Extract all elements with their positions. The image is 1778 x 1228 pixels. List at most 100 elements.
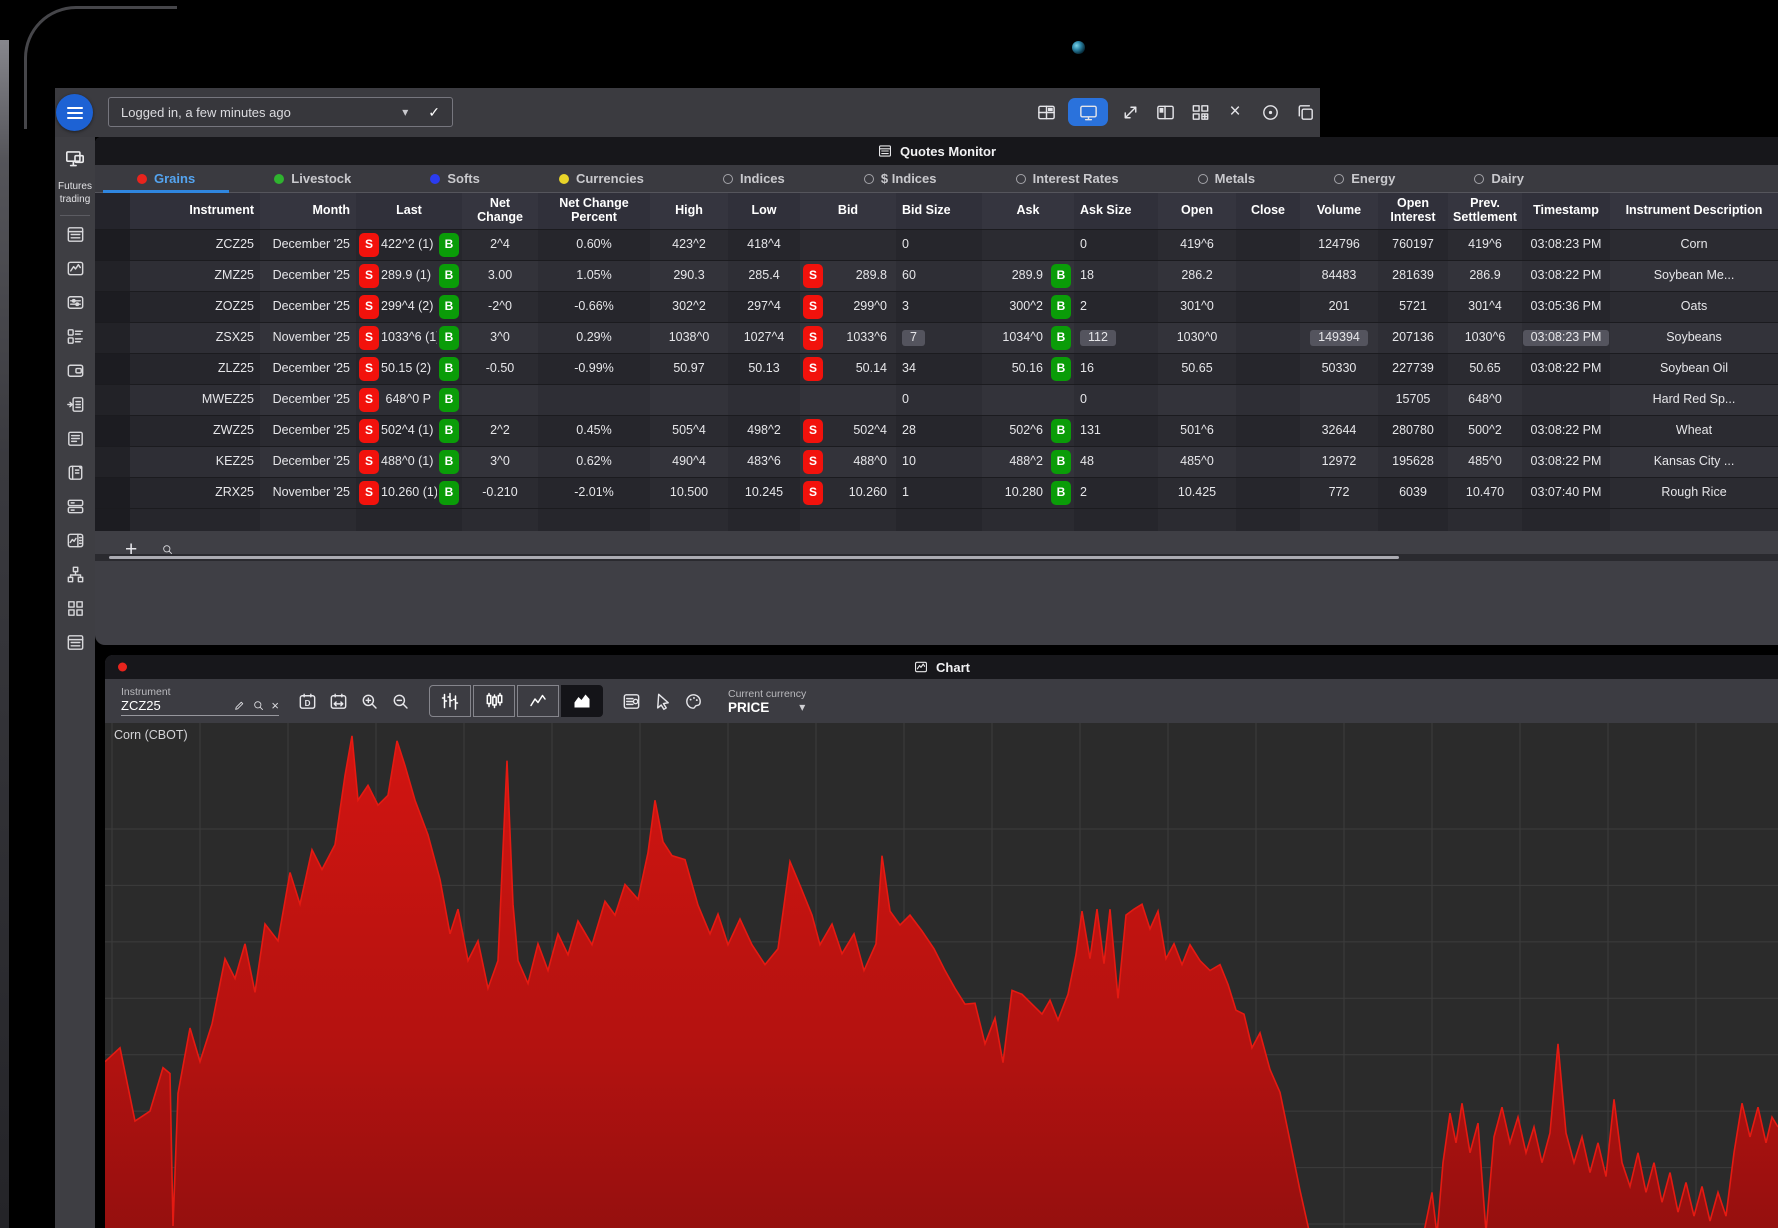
pencil-icon[interactable] [233,699,246,712]
buy-badge[interactable]: B [1051,419,1071,443]
table-row[interactable]: ZOZ25December '25S299^4 (2)B-2^0-0.66%30… [95,292,1778,323]
column-header[interactable]: Timestamp [1522,193,1610,229]
sidebar-item-news[interactable] [58,424,92,458]
close-icon[interactable]: × [1222,99,1248,125]
zoom-out-icon[interactable] [387,688,414,715]
column-header[interactable]: Net Change Percent [538,193,650,229]
tab-metals[interactable]: Metals [1194,165,1259,192]
sidebar-item-grid-view[interactable] [58,628,92,662]
bars-chart-icon[interactable] [429,685,471,717]
close-icon[interactable]: × [271,698,279,713]
candles-chart-icon[interactable] [473,685,515,717]
column-header[interactable]: Ask Size [1074,193,1158,229]
table-row[interactable]: ZRX25November '25S10.260 (1)B-0.210-2.01… [95,478,1778,509]
sidebar-item-charts[interactable] [58,254,92,288]
sell-badge[interactable]: S [359,419,379,443]
buy-badge[interactable]: B [1051,450,1071,474]
column-header[interactable]: Prev. Settlement [1448,193,1522,229]
sidebar-item-market-depth[interactable] [58,322,92,356]
column-header[interactable]: Open [1158,193,1236,229]
currency-selector[interactable]: Current currency PRICE ▾ [728,688,806,715]
table-row[interactable]: MWEZ25December '25S648^0 PB0015705648^0H… [95,385,1778,416]
tab--indices[interactable]: $ Indices [860,165,941,192]
tab-indices[interactable]: Indices [719,165,789,192]
sidebar-item-order-entry[interactable] [58,390,92,424]
instrument-field-value[interactable]: ZCZ25 [121,698,226,713]
column-header[interactable]: Last [356,193,462,229]
sidebar-item-wallet[interactable] [58,356,92,390]
buy-badge[interactable]: B [439,326,459,350]
buy-badge[interactable]: B [439,295,459,319]
column-header[interactable]: Volume [1300,193,1378,229]
grid-split-icon[interactable] [1033,99,1059,125]
column-header[interactable]: Bid [800,193,896,229]
sidebar-item-apps-grid[interactable] [58,594,92,628]
buy-badge[interactable]: B [439,481,459,505]
sell-badge[interactable]: S [803,326,823,350]
column-header[interactable]: Close [1236,193,1300,229]
sell-badge[interactable]: S [359,388,379,412]
chart-area[interactable]: Corn (CBOT) [105,723,1778,1228]
tab-interest-rates[interactable]: Interest Rates [1012,165,1123,192]
tab-livestock[interactable]: Livestock [270,165,355,192]
layout-icon[interactable] [1152,99,1178,125]
tab-energy[interactable]: Energy [1330,165,1399,192]
column-header[interactable]: Instrument Description [1610,193,1778,229]
tab-softs[interactable]: Softs [426,165,484,192]
sell-badge[interactable]: S [359,326,379,350]
buy-badge[interactable]: B [439,357,459,381]
search-icon[interactable] [252,699,265,712]
sell-badge[interactable]: S [803,419,823,443]
column-header[interactable]: Bid Size [896,193,982,229]
sidebar-item-quotes-monitor[interactable] [58,220,92,254]
column-header[interactable]: Instrument [130,193,260,229]
instrument-field[interactable]: Instrument ZCZ25 × [121,686,279,716]
buy-badge[interactable]: B [439,450,459,474]
sell-badge[interactable]: S [359,295,379,319]
target-icon[interactable] [1257,99,1283,125]
buy-badge[interactable]: B [439,388,459,412]
tab-currencies[interactable]: Currencies [555,165,648,192]
sidebar-item-futures-trading[interactable]: Futures trading [56,147,94,206]
buy-badge[interactable]: B [439,233,459,257]
indicators-icon[interactable] [618,688,645,715]
column-header[interactable]: Ask [982,193,1074,229]
zoom-in-icon[interactable] [356,688,383,715]
column-header[interactable]: Open Interest [1378,193,1448,229]
sell-badge[interactable]: S [359,450,379,474]
sell-badge[interactable]: S [359,264,379,288]
calendar-range-icon[interactable] [325,688,352,715]
column-header[interactable]: Month [260,193,356,229]
buy-badge[interactable]: B [1051,481,1071,505]
sell-badge[interactable]: S [803,450,823,474]
buy-badge[interactable]: B [1051,295,1071,319]
line-chart-icon[interactable] [517,685,559,717]
tab-dairy[interactable]: Dairy [1470,165,1528,192]
buy-badge[interactable]: B [439,419,459,443]
grid4-icon[interactable] [1187,99,1213,125]
sidebar-item-servers[interactable] [58,492,92,526]
table-row[interactable]: ZWZ25December '25S502^4 (1)B2^20.45%505^… [95,416,1778,447]
table-row[interactable]: ZSX25November '25S1033^6 (1)B3^00.29%103… [95,323,1778,354]
sidebar-item-chart-report[interactable] [58,526,92,560]
scrollbar-thumb[interactable] [109,556,1399,559]
monitor-icon[interactable] [1068,98,1108,126]
sell-badge[interactable]: S [359,357,379,381]
tab-grains[interactable]: Grains [133,165,199,192]
sidebar-item-settings-sliders[interactable] [58,288,92,322]
column-header[interactable]: Net Change [462,193,538,229]
sell-badge[interactable]: S [803,481,823,505]
buy-badge[interactable]: B [1051,326,1071,350]
copy-icon[interactable] [1292,99,1318,125]
column-header[interactable]: High [650,193,728,229]
expand-icon[interactable] [1117,99,1143,125]
table-row[interactable]: ZLZ25December '25S50.15 (2)B-0.50-0.99%5… [95,354,1778,385]
palette-icon[interactable] [680,688,707,715]
buy-badge[interactable]: B [1051,264,1071,288]
table-row[interactable]: ZMZ25December '25S289.9 (1)B3.001.05%290… [95,261,1778,292]
area-chart-icon[interactable] [561,685,603,717]
pointer-icon[interactable] [649,688,676,715]
sell-badge[interactable]: S [803,264,823,288]
login-status-select[interactable]: Logged in, a few minutes ago ▾ ✓ [108,97,453,127]
table-row[interactable]: ZCZ25December '25S422^2 (1)B2^40.60%423^… [95,230,1778,261]
